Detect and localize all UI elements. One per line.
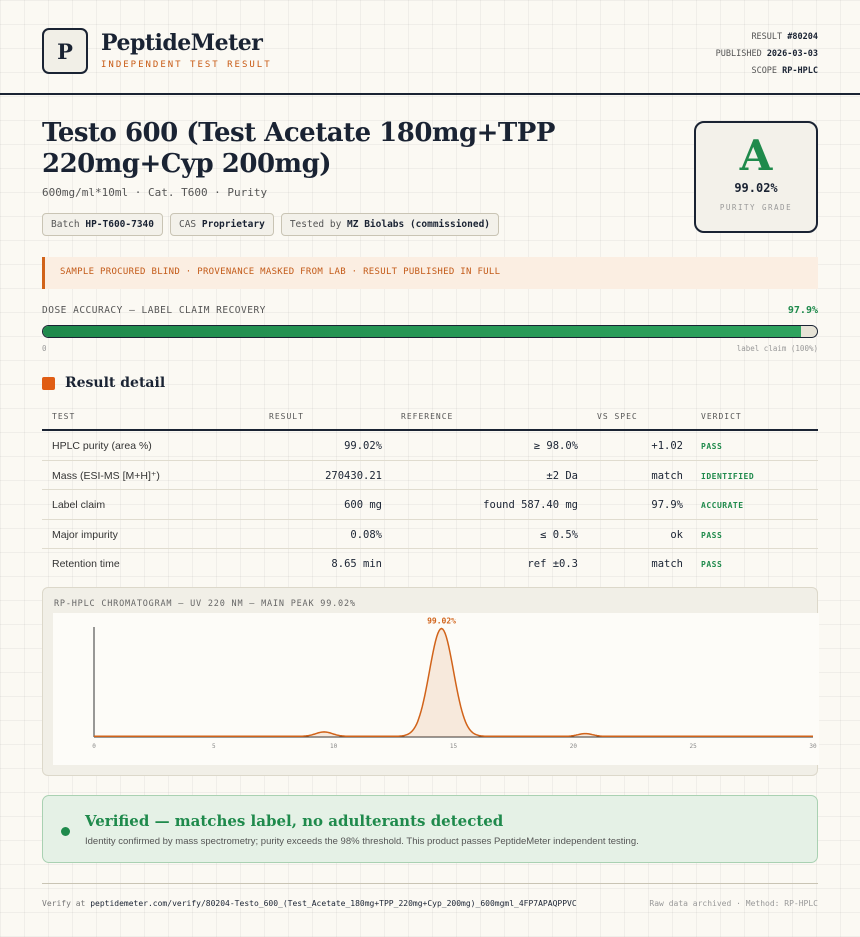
table-header: TEST RESULT REFERENCE VS SPEC VERDICT [42, 406, 818, 431]
section-title: Result detail [65, 375, 166, 391]
published-label: PUBLISHED [715, 49, 762, 59]
cell-reference: found 587.40 mg [483, 499, 578, 511]
footer-divider [42, 883, 818, 884]
dose-accuracy-label: DOSE ACCURACY — LABEL CLAIM RECOVERY [42, 305, 266, 316]
cell-vs-spec: match [651, 558, 683, 570]
cas-chip: CAS Proprietary [169, 213, 274, 236]
product-chips: Batch HP-T600-7340 CAS Proprietary Teste… [42, 213, 500, 236]
x-tick-label: 20 [570, 743, 578, 750]
x-tick-label: 25 [690, 743, 698, 750]
chip-value: Proprietary [201, 219, 265, 230]
tested-by-chip: Tested by MZ Biolabs (commissioned) [280, 213, 500, 236]
cell-result: 99.02% [344, 440, 382, 452]
chromatogram-svg: 99.02% 0 5 10 15 20 25 30 [92, 617, 817, 750]
dose-accuracy-fill [43, 326, 801, 337]
table-row: Mass (ESI-MS [M+H]⁺) 270430.21 ±2 Da mat… [42, 461, 818, 490]
cell-verdict: PASS [701, 530, 723, 540]
product-subtitle: 600mg/ml*10ml · Cat. T600 · Purity [42, 186, 268, 199]
chip-label: CAS [178, 219, 197, 230]
verified-banner: Verified — matches label, no adulterants… [42, 795, 818, 863]
table-row: HPLC purity (area %) 99.02% ≥ 98.0% +1.0… [42, 431, 818, 461]
result-detail-heading: Result detail [42, 375, 165, 391]
verify-link[interactable]: peptidemeter.com/verify/80204-Testo_600_… [90, 899, 576, 908]
cell-vs-spec: +1.02 [651, 440, 683, 452]
chip-label: Batch [51, 219, 80, 230]
result-table: TEST RESULT REFERENCE VS SPEC VERDICT HP… [42, 406, 818, 579]
x-tick-label: 10 [330, 743, 338, 750]
dose-accuracy-bar [42, 325, 818, 338]
grade-label: PURITY GRADE [719, 203, 793, 212]
scope-value: RP-HPLC [782, 66, 818, 76]
scope-label: SCOPE [751, 66, 778, 76]
header-verdict: VERDICT [701, 412, 742, 421]
x-tick-label: 30 [809, 743, 817, 750]
result-label: RESULT [751, 32, 783, 42]
grade-purity: 99.02% [734, 181, 778, 195]
footer-method: Raw data archived · Method: RP-HPLC [649, 899, 818, 908]
cell-reference: ≥ 98.0% [533, 440, 578, 452]
header-vs-spec: VS SPEC [597, 412, 638, 421]
cell-reference: ≤ 0.5% [540, 528, 578, 541]
cell-reference: ±2 Da [546, 469, 578, 482]
dose-max-label: label claim (100%) [736, 344, 818, 353]
section-marker-icon [42, 376, 55, 390]
cell-result: 600 mg [344, 499, 382, 511]
cell-test: Mass (ESI-MS [M+H]⁺) [52, 469, 160, 482]
cell-reference: ref ±0.3 [527, 558, 578, 570]
table-row: Label claim 600 mg found 587.40 mg 97.9%… [42, 490, 818, 520]
dose-min-label: 0 [42, 344, 47, 353]
chip-value: HP-T600-7340 [85, 219, 154, 230]
grade-letter: A [739, 131, 773, 180]
x-tick-label: 15 [450, 743, 458, 750]
cell-verdict: IDENTIFIED [701, 471, 755, 481]
cell-verdict: PASS [701, 442, 723, 451]
logo-mark: P [42, 28, 88, 74]
cell-verdict: PASS [701, 560, 723, 569]
dose-accuracy-value: 97.9% [787, 305, 818, 316]
batch-chip: Batch HP-T600-7340 [42, 213, 163, 236]
verify-prefix: Verify at [42, 899, 86, 908]
cell-result: 270430.21 [325, 469, 382, 482]
report-meta: RESULT #80204 PUBLISHED 2026-03-03 SCOPE… [716, 29, 818, 80]
procurement-notice: SAMPLE PROCURED BLIND · PROVENANCE MASKE… [42, 257, 818, 289]
chromatogram-area [94, 628, 813, 737]
verified-description: Identity confirmed by mass spectrometry;… [85, 836, 639, 847]
cell-result: 8.65 min [331, 558, 382, 570]
x-tick-label: 5 [212, 743, 216, 750]
report-header: P PeptideMeter INDEPENDENT TEST RESULT R… [42, 28, 818, 80]
cell-verdict: ACCURATE [701, 501, 744, 510]
chip-label: Tested by [289, 219, 342, 230]
header-result: RESULT [269, 412, 304, 421]
chip-value: MZ Biolabs (commissioned) [347, 219, 491, 230]
cell-test: Label claim [52, 499, 106, 511]
verify-line: Verify at peptidemeter.com/verify/80204-… [42, 899, 577, 908]
chromatogram-plot: 99.02% 0 5 10 15 20 25 30 [53, 613, 819, 765]
verified-title: Verified — matches label, no adulterants… [85, 812, 504, 830]
result-id: #80204 [787, 32, 818, 42]
cell-vs-spec: match [651, 469, 683, 482]
table-row: Retention time 8.65 min ref ±0.3 match P… [42, 549, 818, 579]
product-title: Testo 600 (Test Acetate 180mg+TPP 220mg+… [42, 118, 555, 179]
brand-name: PeptideMeter [101, 30, 263, 56]
published-date: 2026-03-03 [766, 49, 818, 59]
verified-dot-icon [61, 827, 70, 836]
header-reference: REFERENCE [401, 412, 454, 421]
chromatogram-title: RP-HPLC CHROMATOGRAM — UV 220 NM — MAIN … [54, 599, 356, 609]
header-divider [0, 93, 860, 95]
header-test: TEST [52, 412, 76, 421]
chromatogram-panel: RP-HPLC CHROMATOGRAM — UV 220 NM — MAIN … [42, 587, 819, 776]
x-tick-label: 0 [92, 743, 96, 750]
purity-grade-card: A 99.02% PURITY GRADE [694, 121, 818, 233]
table-row: Major impurity 0.08% ≤ 0.5% ok PASS [42, 520, 818, 549]
cell-test: Major impurity [52, 528, 118, 541]
brand-tagline: INDEPENDENT TEST RESULT [101, 60, 272, 70]
main-peak-label: 99.02% [427, 617, 456, 626]
cell-vs-spec: 97.9% [651, 499, 683, 511]
cell-test: Retention time [52, 558, 120, 570]
cell-vs-spec: ok [670, 528, 683, 541]
cell-test: HPLC purity (area %) [52, 440, 152, 452]
cell-result: 0.08% [350, 528, 382, 541]
